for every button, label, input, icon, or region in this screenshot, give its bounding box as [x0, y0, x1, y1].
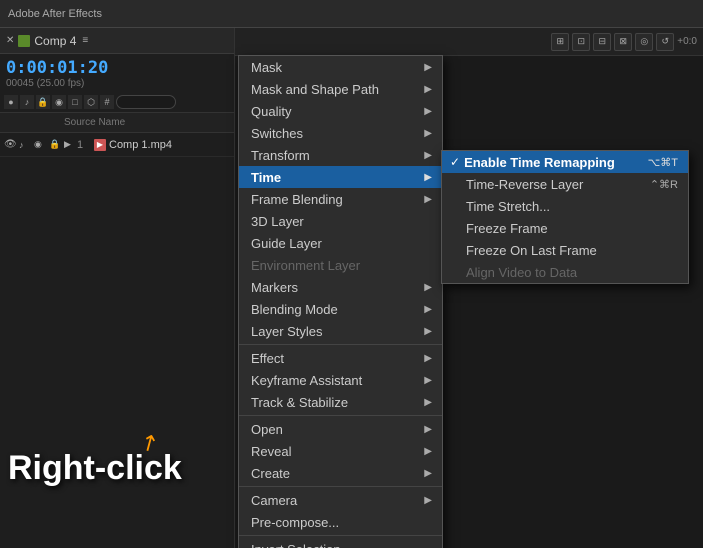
current-time: 0:00:01:20	[6, 58, 228, 78]
motion-blur-toggle[interactable]: #	[100, 95, 114, 109]
menu-item-frame-blend[interactable]: Frame Blending ▶	[239, 188, 442, 210]
solo-toggle[interactable]: ●	[4, 95, 18, 109]
arrow-icon-time: ▶	[424, 172, 432, 183]
shy-toggle[interactable]: ◉	[52, 95, 66, 109]
menu-item-track[interactable]: Track & Stabilize ▶	[239, 391, 442, 413]
arrow-icon-mask: ▶	[424, 62, 432, 73]
right-click-label: Right-click	[8, 449, 182, 488]
arrow-icon-effect: ▶	[424, 353, 432, 364]
icon-btn-4[interactable]: ⊠	[614, 33, 632, 51]
source-name-header: Source Name	[64, 117, 125, 128]
menu-item-open[interactable]: Open ▶	[239, 418, 442, 440]
solo-icon[interactable]: ◉	[34, 139, 46, 150]
menu-item-quality[interactable]: Quality ▶	[239, 100, 442, 122]
arrow-icon-track: ▶	[424, 397, 432, 408]
menu-item-markers[interactable]: Markers ▶	[239, 276, 442, 298]
menu-item-switches[interactable]: Switches ▶	[239, 122, 442, 144]
lock-toggle[interactable]: 🔒	[36, 95, 50, 109]
menu-separator-2	[239, 415, 442, 416]
menu-item-blending[interactable]: Blending Mode ▶	[239, 298, 442, 320]
menu-item-camera[interactable]: Camera ▶	[239, 489, 442, 511]
icon-btn-2[interactable]: ⊡	[572, 33, 590, 51]
menu-separator-4	[239, 535, 442, 536]
layer-name: Comp 1.mp4	[109, 139, 172, 151]
check-icon: ✓	[450, 155, 460, 169]
menu-item-effect[interactable]: Effect ▶	[239, 347, 442, 369]
fps-indicator: +0:0	[677, 36, 697, 47]
audio-icon[interactable]: ♪	[19, 140, 31, 150]
top-bar: Adobe After Effects	[0, 0, 703, 28]
arrow-icon-markers: ▶	[424, 282, 432, 293]
close-icon[interactable]: ✕	[6, 35, 14, 46]
layer-headers: Source Name	[0, 113, 234, 133]
menu-item-transform[interactable]: Transform ▶	[239, 144, 442, 166]
layer-row[interactable]: 👁 ♪ ◉ 🔒 ▶ 1 ▶ Comp 1.mp4	[0, 133, 234, 157]
submenu-item-freeze-frame[interactable]: Freeze Frame	[442, 217, 688, 239]
menu-item-keyframe[interactable]: Keyframe Assistant ▶	[239, 369, 442, 391]
audio-toggle[interactable]: ♪	[20, 95, 34, 109]
timeline-controls: ● ♪ 🔒 ◉ □ ⬡ #	[0, 92, 234, 113]
collapse-toggle[interactable]: □	[68, 95, 82, 109]
arrow-icon-switches: ▶	[424, 128, 432, 139]
icon-btn-3[interactable]: ⊟	[593, 33, 611, 51]
arrow-icon-transform: ▶	[424, 150, 432, 161]
menu-item-guide-layer[interactable]: Guide Layer	[239, 232, 442, 254]
icon-btn-6[interactable]: ↺	[656, 33, 674, 51]
menu-item-layer-styles[interactable]: Layer Styles ▶	[239, 320, 442, 342]
menu-item-3d-layer[interactable]: 3D Layer	[239, 210, 442, 232]
lock-icon[interactable]: 🔒	[49, 139, 61, 150]
menu-item-environment-layer: Environment Layer	[239, 254, 442, 276]
menu-separator-3	[239, 486, 442, 487]
menu-item-create[interactable]: Create ▶	[239, 462, 442, 484]
arrow-icon-quality: ▶	[424, 106, 432, 117]
context-menu: Mask ▶ Mask and Shape Path ▶ Quality ▶ S…	[238, 55, 443, 548]
submenu-item-freeze-last[interactable]: Freeze On Last Frame	[442, 239, 688, 261]
time-display: 0:00:01:20 00045 (25.00 fps)	[0, 54, 234, 89]
menu-item-reveal[interactable]: Reveal ▶	[239, 440, 442, 462]
app-title: Adobe After Effects	[8, 8, 102, 20]
arrow-icon-camera: ▶	[424, 495, 432, 506]
time-submenu: ✓ Enable Time Remapping ⌥⌘T Time-Reverse…	[441, 150, 689, 284]
submenu-item-enable-time-remap[interactable]: ✓ Enable Time Remapping ⌥⌘T	[442, 151, 688, 173]
submenu-shortcut-time-remap: ⌥⌘T	[648, 156, 678, 169]
menu-item-mask[interactable]: Mask ▶	[239, 56, 442, 78]
menu-item-invert[interactable]: Invert Selection	[239, 538, 442, 548]
search-input[interactable]	[116, 95, 176, 109]
menu-separator-1	[239, 344, 442, 345]
layer-file-icon: ▶	[94, 139, 106, 151]
icon-btn-5[interactable]: ◎	[635, 33, 653, 51]
icon-btn-1[interactable]: ⊞	[551, 33, 569, 51]
arrow-icon-open: ▶	[424, 424, 432, 435]
eye-icon[interactable]: 👁	[4, 139, 16, 150]
time-sub: 00045 (25.00 fps)	[6, 78, 228, 89]
frame-blend-toggle[interactable]: ⬡	[84, 95, 98, 109]
arrow-icon-mask-shape: ▶	[424, 84, 432, 95]
expand-icon[interactable]: ▶	[64, 139, 74, 150]
menu-item-precompose[interactable]: Pre-compose...	[239, 511, 442, 533]
submenu-item-align-video: Align Video to Data	[442, 261, 688, 283]
layer-number: 1	[77, 139, 91, 151]
arrow-icon-reveal: ▶	[424, 446, 432, 457]
comp-name: Comp 4	[34, 34, 76, 48]
arrow-icon-frame-blend: ▶	[424, 194, 432, 205]
submenu-item-time-reverse[interactable]: Time-Reverse Layer ⌃⌘R	[442, 173, 688, 195]
submenu-shortcut-time-reverse: ⌃⌘R	[650, 178, 678, 191]
comp-tab-header: ✕ Comp 4 ≡	[0, 28, 234, 54]
comp-icon	[18, 35, 30, 47]
menu-item-time[interactable]: Time ▶	[239, 166, 442, 188]
menu-item-mask-shape[interactable]: Mask and Shape Path ▶	[239, 78, 442, 100]
left-panel: ✕ Comp 4 ≡ 0:00:01:20 00045 (25.00 fps) …	[0, 28, 235, 548]
submenu-item-time-stretch[interactable]: Time Stretch...	[442, 195, 688, 217]
right-top-bar: ⊞ ⊡ ⊟ ⊠ ◎ ↺ +0:0	[235, 28, 703, 56]
arrow-icon-keyframe: ▶	[424, 375, 432, 386]
comp-menu-icon: ≡	[82, 35, 88, 46]
arrow-icon-create: ▶	[424, 468, 432, 479]
arrow-icon-layer-styles: ▶	[424, 326, 432, 337]
arrow-icon-blending: ▶	[424, 304, 432, 315]
